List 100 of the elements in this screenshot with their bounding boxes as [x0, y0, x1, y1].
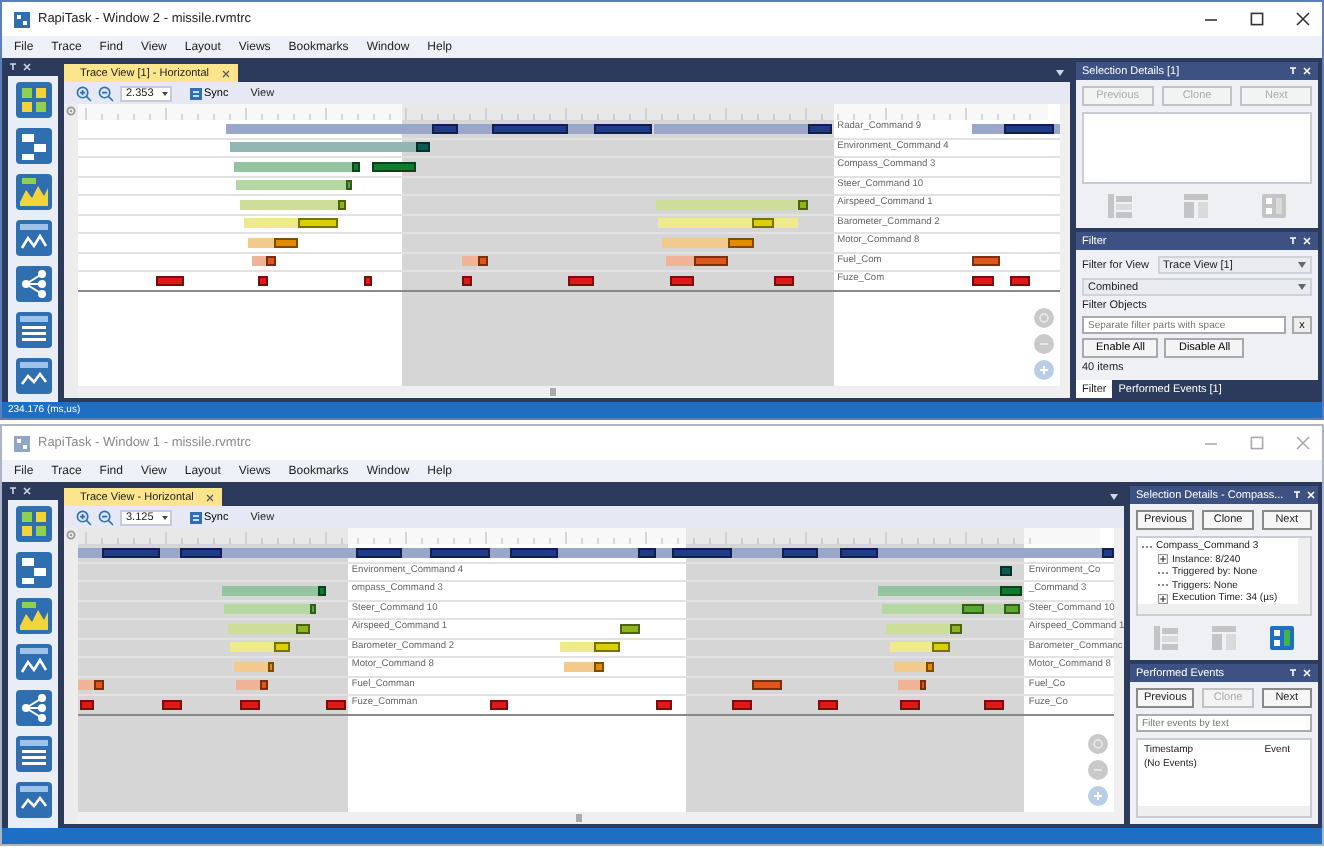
event-block[interactable]	[102, 547, 160, 557]
event-span[interactable]	[489, 547, 510, 557]
close-icon[interactable]	[221, 69, 229, 77]
event-block[interactable]	[1000, 566, 1013, 576]
event-block[interactable]	[317, 585, 326, 595]
event-block[interactable]	[594, 123, 653, 133]
scroll-thumb[interactable]	[549, 388, 556, 396]
event-block[interactable]	[416, 142, 431, 152]
event-block[interactable]	[337, 199, 346, 209]
line-chart-icon[interactable]	[15, 220, 51, 256]
pin-icon[interactable]	[8, 62, 18, 72]
event-block[interactable]	[325, 699, 346, 709]
minus-icon	[1092, 764, 1104, 776]
tree-diagram-icon[interactable]	[15, 266, 51, 302]
event-span[interactable]	[159, 547, 180, 557]
event-block[interactable]	[462, 275, 473, 285]
event-block[interactable]	[972, 275, 994, 285]
event-block[interactable]	[351, 161, 360, 171]
event-block[interactable]	[240, 699, 261, 709]
event-block[interactable]	[672, 547, 733, 557]
scroll-thumb[interactable]	[575, 814, 582, 822]
list-icon[interactable]	[15, 312, 51, 348]
expand-icon[interactable]	[1158, 554, 1168, 565]
event-block[interactable]	[1003, 123, 1054, 133]
event-span[interactable]	[818, 547, 841, 557]
maximize-icon[interactable]	[1250, 12, 1264, 26]
horizontal-scrollbar[interactable]	[1138, 806, 1310, 816]
horizontal-scrollbar[interactable]	[1138, 604, 1310, 614]
event-block[interactable]	[478, 256, 489, 266]
event-block[interactable]	[509, 547, 559, 557]
event-block[interactable]	[161, 699, 182, 709]
event-block[interactable]	[355, 547, 403, 557]
event-block[interactable]	[808, 123, 832, 133]
event-block[interactable]	[432, 123, 459, 133]
event-block[interactable]	[984, 699, 1005, 709]
close-icon[interactable]	[205, 493, 214, 501]
event-block[interactable]	[818, 699, 839, 709]
event-block[interactable]	[260, 680, 269, 690]
event-block[interactable]	[751, 680, 782, 690]
flowchart-icon[interactable]	[15, 552, 51, 588]
caret-icon	[162, 515, 168, 519]
cpu-chart-icon[interactable]	[15, 174, 51, 210]
event-span[interactable]	[564, 661, 595, 671]
event-block[interactable]	[371, 161, 417, 171]
event-span[interactable]	[248, 237, 275, 247]
flowchart-icon[interactable]	[15, 128, 51, 164]
minus-icon	[1038, 338, 1050, 350]
event-block[interactable]	[491, 123, 568, 133]
zoom-out-icon[interactable]	[98, 509, 114, 525]
line-chart-icon[interactable]	[15, 782, 51, 818]
event-block[interactable]	[266, 256, 277, 266]
event-block[interactable]	[567, 275, 595, 285]
sync-icon	[190, 87, 202, 99]
event-block[interactable]	[781, 547, 818, 557]
vertical-scrollbar[interactable]	[1298, 538, 1310, 604]
event-block[interactable]	[1009, 275, 1030, 285]
event-block[interactable]	[1000, 585, 1023, 595]
event-block[interactable]	[732, 699, 752, 709]
zoom-in-icon[interactable]	[76, 509, 92, 525]
expand-icon[interactable]	[1158, 593, 1168, 604]
event-block[interactable]	[637, 547, 656, 557]
close-icon[interactable]	[1296, 12, 1310, 26]
event-block[interactable]	[430, 547, 490, 557]
event-block[interactable]	[655, 699, 672, 709]
sync-icon	[190, 511, 202, 523]
event-block[interactable]	[179, 547, 222, 557]
layout-icon[interactable]	[15, 82, 51, 118]
event-block[interactable]	[274, 237, 299, 247]
event-span[interactable]	[1053, 123, 1060, 133]
event-span[interactable]	[402, 547, 431, 557]
event-block[interactable]	[156, 275, 184, 285]
event-block[interactable]	[899, 699, 920, 709]
layout-icon[interactable]	[15, 506, 51, 542]
grid-layout-icon[interactable]	[1268, 624, 1297, 652]
event-block[interactable]	[1101, 547, 1114, 557]
vertical-scrollbar[interactable]	[1060, 104, 1070, 398]
event-span[interactable]	[567, 123, 595, 133]
plus-icon	[1092, 790, 1104, 802]
event-block[interactable]	[594, 661, 604, 671]
caret-icon	[1298, 284, 1306, 290]
caret-icon[interactable]	[1056, 69, 1064, 75]
zoom-in-icon[interactable]	[76, 85, 92, 101]
event-block[interactable]	[80, 699, 95, 709]
event-block[interactable]	[619, 623, 640, 633]
caret-icon	[162, 91, 168, 95]
list-icon[interactable]	[15, 736, 51, 772]
line-chart-icon[interactable]	[15, 644, 51, 680]
event-block[interactable]	[774, 275, 795, 285]
zoom-out-icon[interactable]	[98, 85, 114, 101]
event-span[interactable]	[655, 547, 672, 557]
event-block[interactable]	[669, 275, 694, 285]
event-span[interactable]	[78, 547, 103, 557]
tree-diagram-icon[interactable]	[15, 690, 51, 726]
event-block[interactable]	[363, 275, 372, 285]
line-chart-icon[interactable]	[15, 358, 51, 394]
cpu-chart-icon[interactable]	[15, 598, 51, 634]
event-block[interactable]	[94, 680, 105, 690]
event-block[interactable]	[840, 547, 879, 557]
event-block[interactable]	[489, 699, 508, 709]
event-block[interactable]	[258, 275, 269, 285]
